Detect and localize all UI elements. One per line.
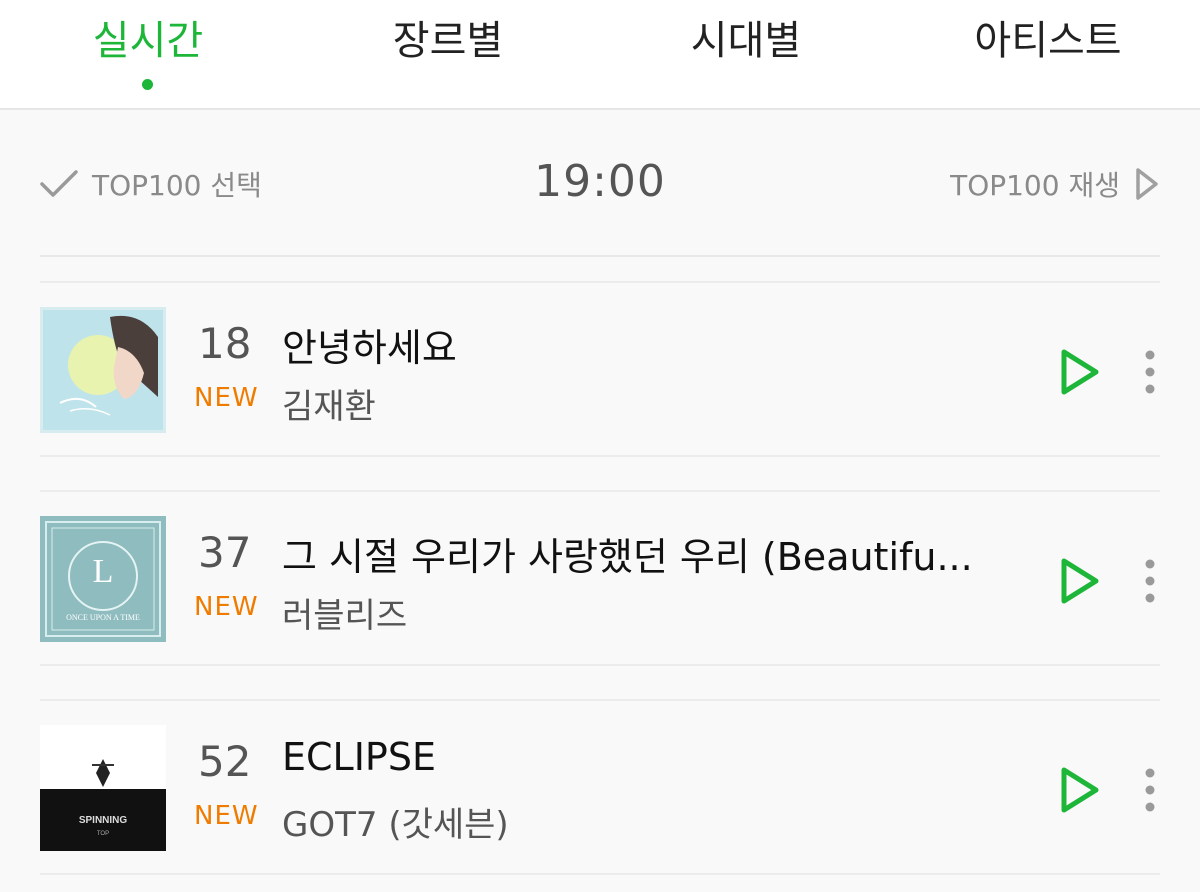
new-badge: NEW — [194, 801, 259, 831]
divider — [40, 255, 1160, 257]
active-tab-indicator — [142, 79, 153, 90]
svg-text:TOP: TOP — [97, 831, 109, 837]
song-artist[interactable]: GOT7 (갓세븐) — [282, 797, 509, 846]
new-badge: NEW — [194, 383, 259, 413]
more-options-icon[interactable] — [1138, 558, 1162, 604]
album-art[interactable] — [40, 307, 166, 433]
song-row[interactable]: SPINNING TOP 52 ECLIPSE NEW GOT7 (갓세븐) — [40, 699, 1160, 875]
tab-era[interactable]: 시대별 — [646, 16, 846, 76]
more-options-icon[interactable] — [1138, 767, 1162, 813]
category-tabs: 실시간 장르별 시대별 아티스트 — [0, 0, 1200, 110]
top100-play-button[interactable]: TOP100 재생 — [950, 164, 1160, 204]
more-options-icon[interactable] — [1138, 349, 1162, 395]
song-artist[interactable]: 김재환 — [282, 379, 376, 428]
song-rank: 18 — [198, 319, 252, 368]
top100-play-label: TOP100 재생 — [950, 169, 1120, 202]
song-rank: 52 — [198, 737, 252, 786]
new-badge: NEW — [194, 592, 259, 622]
tab-artist[interactable]: 아티스트 — [948, 16, 1148, 76]
song-title[interactable]: 안녕하세요 — [282, 317, 1042, 372]
svg-text:SPINNING: SPINNING — [79, 815, 128, 826]
song-title[interactable]: ECLIPSE — [282, 735, 1042, 779]
svg-text:ONCE UPON A TIME: ONCE UPON A TIME — [66, 613, 140, 622]
song-row[interactable]: 18 안녕하세요 NEW 김재환 — [40, 281, 1160, 457]
song-row[interactable]: L ONCE UPON A TIME 37 그 시절 우리가 사랑했던 우리 (… — [40, 490, 1160, 666]
song-title[interactable]: 그 시절 우리가 사랑했던 우리 (Beautifu... — [282, 526, 1042, 581]
play-icon[interactable] — [1058, 765, 1102, 815]
play-icon[interactable] — [1058, 347, 1102, 397]
tab-realtime[interactable]: 실시간 — [48, 16, 248, 76]
song-artist[interactable]: 러블리즈 — [282, 588, 407, 637]
song-rank: 37 — [198, 528, 252, 577]
tab-genre[interactable]: 장르별 — [348, 16, 548, 76]
chart-toolbar: TOP100 선택 19:00 TOP100 재생 — [40, 150, 1160, 220]
play-outline-icon — [1136, 168, 1158, 200]
album-art[interactable]: SPINNING TOP — [40, 725, 166, 851]
play-icon[interactable] — [1058, 556, 1102, 606]
svg-text:L: L — [93, 553, 114, 590]
album-art[interactable]: L ONCE UPON A TIME — [40, 516, 166, 642]
